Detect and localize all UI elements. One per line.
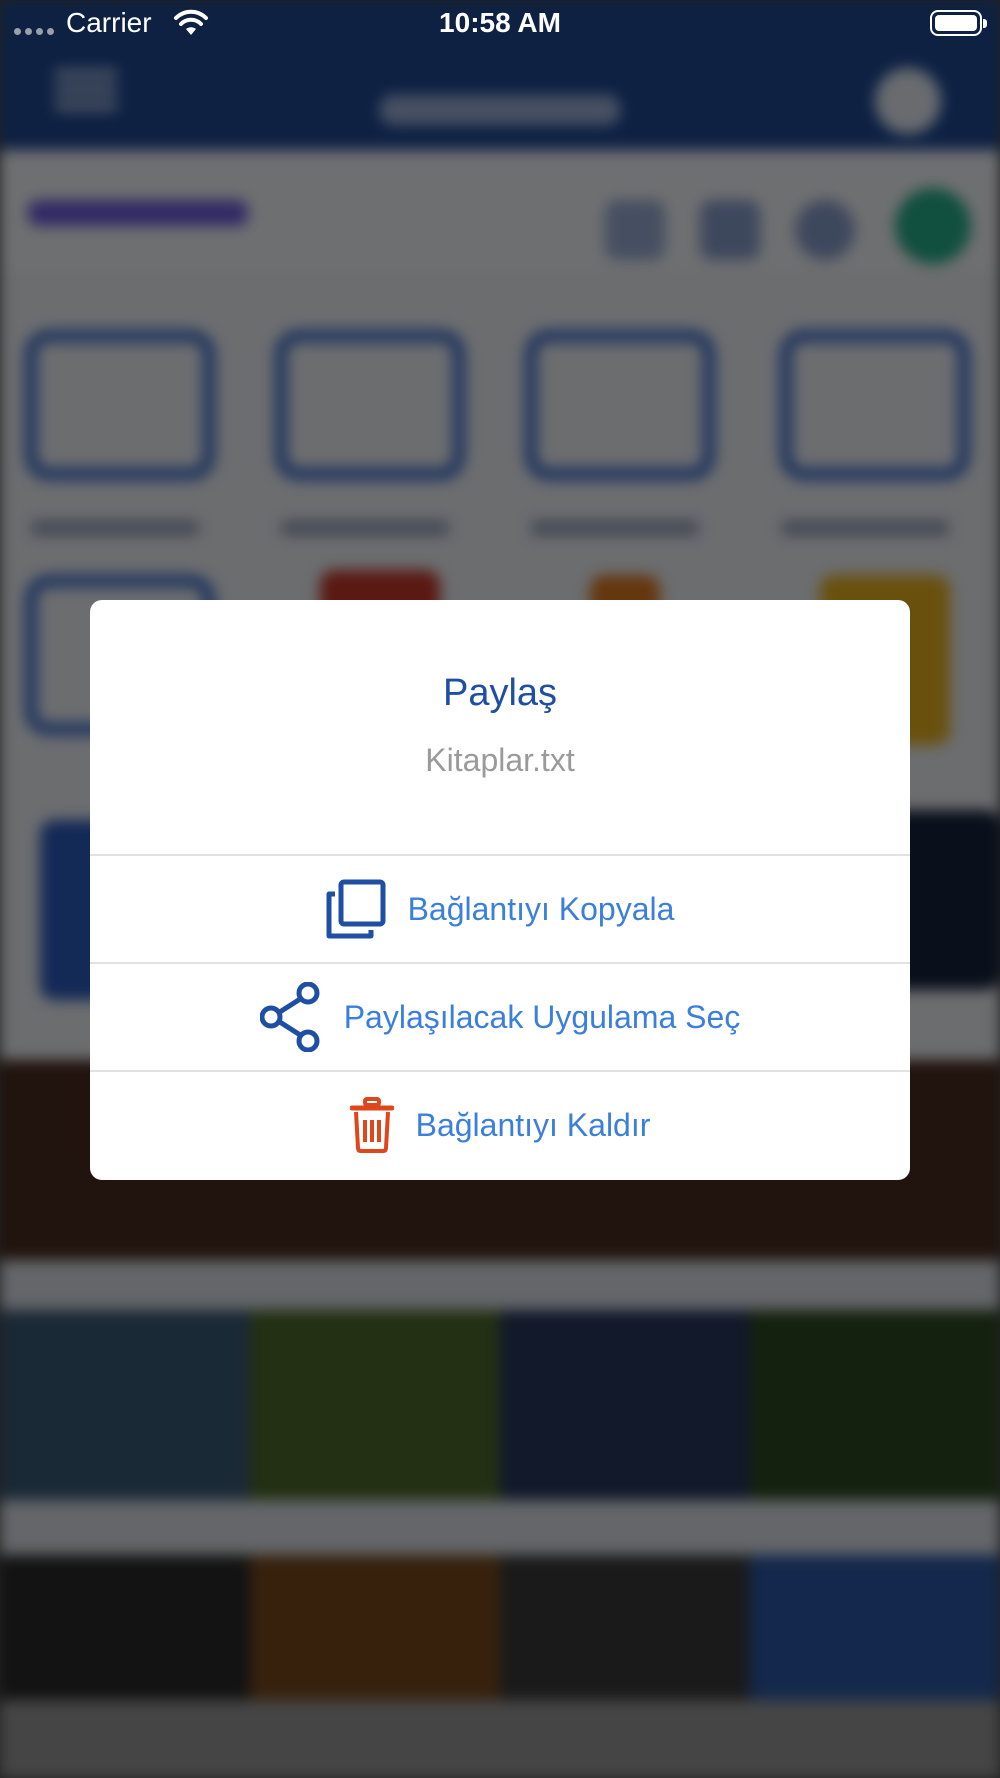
- share-dialog: Paylaş Kitaplar.txt Bağlantıyı Kopyala P…: [90, 600, 910, 1180]
- share-icon: [259, 981, 322, 1053]
- choose-app-label: Paylaşılacak Uygulama Seç: [343, 998, 741, 1035]
- choose-app-button[interactable]: Paylaşılacak Uygulama Seç: [90, 964, 910, 1070]
- trash-icon: [349, 1097, 395, 1153]
- dialog-header: Paylaş Kitaplar.txt: [90, 600, 910, 854]
- file-name: Kitaplar.txt: [425, 742, 575, 778]
- copy-link-label: Bağlantıyı Kopyala: [407, 890, 675, 927]
- status-bar: Carrier 10:58 AM: [0, 0, 1000, 48]
- battery-icon: [930, 10, 987, 36]
- dialog-title: Paylaş: [442, 672, 558, 714]
- clock: 10:58 AM: [439, 7, 561, 38]
- remove-link-label: Bağlantıyı Kaldır: [415, 1106, 651, 1143]
- remove-link-button[interactable]: Bağlantıyı Kaldır: [90, 1072, 910, 1178]
- copy-link-button[interactable]: Bağlantıyı Kopyala: [90, 856, 910, 962]
- screen: Carrier 10:58 AM Paylaş Kitaplar.txt Bağ…: [0, 0, 1000, 1778]
- copy-icon: [326, 879, 386, 939]
